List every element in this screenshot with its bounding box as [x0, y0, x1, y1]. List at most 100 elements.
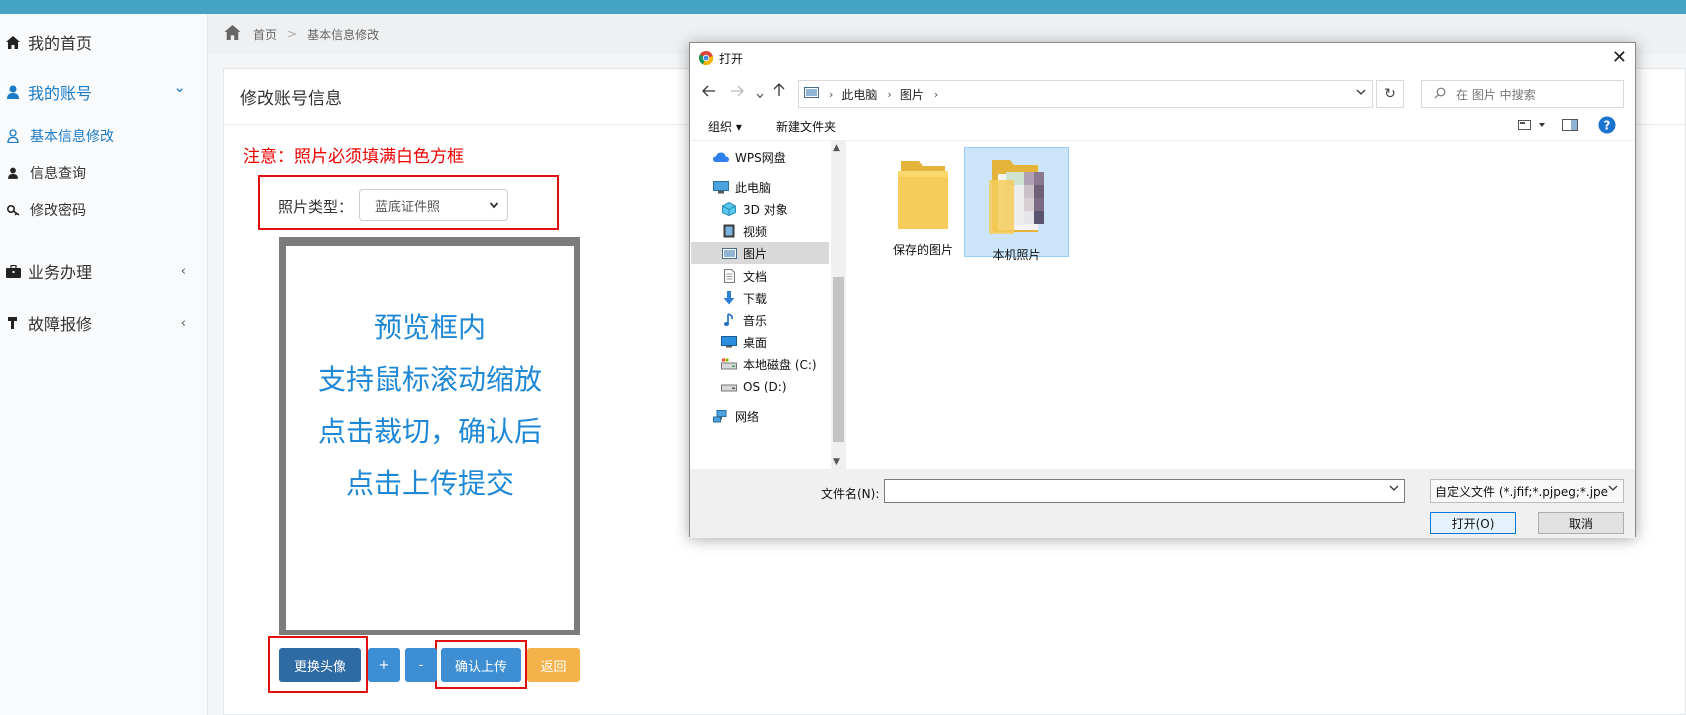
preview-line: 预览框内: [373, 311, 486, 344]
tree-item-wps-cloud[interactable]: WPS网盘: [691, 146, 829, 168]
sidebar-item-business[interactable]: 业务办理 ‹: [0, 259, 208, 283]
sidebar-item-label: 故障报修: [28, 315, 93, 334]
recent-dropdown-icon[interactable]: [756, 85, 764, 103]
view-options-icon[interactable]: [1518, 119, 1548, 134]
tree-item-this-pc[interactable]: 此电脑: [691, 176, 829, 198]
dialog-title: 打开: [719, 51, 744, 66]
cancel-button[interactable]: 取消: [1538, 512, 1624, 534]
address-chevron: ›: [829, 87, 834, 101]
chevron-down-icon: ⌄: [173, 78, 186, 96]
address-segment-pictures[interactable]: 图片: [900, 86, 924, 103]
breadcrumb-separator: >: [287, 27, 298, 41]
filename-input[interactable]: [884, 479, 1405, 503]
chevron-down-icon[interactable]: [1356, 86, 1366, 99]
pictures-icon: [804, 87, 819, 101]
svg-text:?: ?: [1604, 119, 1611, 133]
address-segment-pc[interactable]: 此电脑: [841, 86, 877, 103]
tree-item-documents[interactable]: 文档: [691, 265, 829, 287]
dialog-titlebar[interactable]: 打开 ✕: [690, 43, 1635, 73]
search-input[interactable]: 在 图片 中搜索: [1421, 80, 1624, 108]
scroll-down-icon[interactable]: ▼: [833, 457, 840, 467]
sidebar-subitem-label: 修改密码: [30, 203, 86, 219]
up-arrow-icon[interactable]: [773, 83, 785, 101]
file-item-label: 本机照片: [992, 248, 1041, 262]
tree-item-drive-c[interactable]: 本地磁盘 (C:): [691, 353, 829, 375]
preview-instructions: 预览框内 支持鼠标滚动缩放 点击裁切，确认后 点击上传提交: [286, 302, 574, 510]
forward-arrow-icon[interactable]: [730, 83, 744, 101]
folder-tree: WPS网盘 此电脑 3D 对象 视频 图片 文档 下载 音乐 桌面 本地磁盘 (…: [691, 141, 831, 469]
dialog-footer: 文件名(N): 自定义文件 (*.jfif;*.pjpeg;*.jpe 打开(O…: [690, 469, 1635, 538]
user-icon: [0, 167, 26, 179]
back-button[interactable]: 返回: [527, 648, 580, 682]
help-icon[interactable]: ?: [1598, 116, 1616, 137]
dialog-toolbar: 组织 ▾ 新建文件夹 ?: [690, 111, 1635, 141]
photo-type-select[interactable]: 蓝底证件照: [359, 189, 508, 221]
home-icon[interactable]: [224, 25, 241, 43]
tree-item-label: 网络: [735, 409, 760, 424]
tree-item-downloads[interactable]: 下载: [691, 287, 829, 309]
preview-line: 支持鼠标滚动缩放: [317, 363, 542, 396]
sidebar-subitem-label: 基本信息修改: [30, 129, 114, 145]
close-icon[interactable]: ✕: [1612, 47, 1627, 68]
sidebar-item-my-account[interactable]: 我的账号 ⌄: [0, 78, 208, 104]
music-icon: [721, 313, 737, 327]
drive-icon: [721, 380, 737, 394]
tree-item-videos[interactable]: 视频: [691, 220, 829, 242]
tree-item-label: 视频: [743, 224, 768, 239]
sidebar-subitem-basic-info[interactable]: 基本信息修改: [0, 125, 208, 147]
photo-type-label: 照片类型：: [278, 198, 354, 216]
organize-menu[interactable]: 组织 ▾: [708, 118, 742, 135]
tree-item-3d-objects[interactable]: 3D 对象: [691, 198, 829, 220]
tree-item-label: 图片: [743, 246, 768, 261]
address-chevron: ›: [933, 87, 939, 101]
tree-item-music[interactable]: 音乐: [691, 309, 829, 331]
tree-item-label: 桌面: [743, 335, 768, 350]
scroll-up-icon[interactable]: ▲: [833, 143, 840, 153]
refresh-icon[interactable]: ↻: [1376, 80, 1404, 108]
sidebar-subitem-info-query[interactable]: 信息查询: [0, 162, 208, 184]
new-folder-button[interactable]: 新建文件夹: [776, 118, 836, 135]
sidebar-item-home[interactable]: 我的首页: [0, 30, 208, 54]
breadcrumb-home-link[interactable]: 首页: [253, 26, 277, 43]
tree-item-label: 文档: [743, 269, 768, 284]
file-type-select[interactable]: 自定义文件 (*.jfif;*.pjpeg;*.jpe: [1430, 479, 1624, 503]
sidebar-item-label: 我的账号: [28, 84, 93, 103]
tree-item-label: 音乐: [743, 313, 768, 328]
address-bar[interactable]: › 此电脑 › 图片 ›: [798, 80, 1373, 108]
drive-icon: [721, 357, 737, 371]
wrench-icon: [0, 316, 26, 330]
search-placeholder: 在 图片 中搜索: [1456, 87, 1536, 102]
top-bar: [0, 0, 1686, 14]
tree-item-desktop[interactable]: 桌面: [691, 331, 829, 353]
file-item-local-photos[interactable]: 本机照片: [964, 147, 1069, 262]
file-item-label: 保存的图片: [892, 243, 953, 257]
tree-item-network[interactable]: 网络: [691, 405, 829, 427]
sidebar-item-repair[interactable]: 故障报修 ‹: [0, 311, 208, 335]
chevron-left-icon: ‹: [180, 315, 186, 331]
chevron-down-icon[interactable]: [1389, 484, 1399, 495]
tree-scrollbar[interactable]: ▲ ▼: [831, 141, 846, 469]
tree-item-pictures[interactable]: 图片: [691, 242, 829, 264]
chevron-down-icon: [489, 198, 499, 216]
zoom-out-button[interactable]: -: [405, 648, 437, 682]
change-avatar-button[interactable]: 更换头像: [279, 648, 361, 682]
tree-item-label: 下载: [743, 291, 768, 306]
zoom-in-button[interactable]: +: [368, 648, 400, 682]
preview-pane-icon[interactable]: [1562, 119, 1578, 134]
scrollbar-thumb[interactable]: [833, 277, 844, 442]
file-item-saved-pictures[interactable]: 保存的图片: [874, 147, 972, 257]
filename-label: 文件名(N):: [821, 487, 880, 501]
sidebar-subitem-change-password[interactable]: 修改密码: [0, 199, 208, 221]
address-chevron: ›: [887, 87, 892, 101]
user-outline-icon: [0, 129, 26, 143]
tree-item-label: OS (D:): [743, 380, 787, 394]
back-arrow-icon[interactable]: [702, 83, 716, 101]
chrome-icon: [699, 51, 714, 66]
breadcrumb-current: 基本信息修改: [307, 27, 380, 42]
user-icon: [0, 85, 26, 99]
open-button[interactable]: 打开(O): [1430, 512, 1516, 534]
file-open-dialog: 打开 ✕ › 此电脑 › 图片 › ↻ 在 图片 中搜索 组织 ▾ 新建文件夹 …: [689, 42, 1636, 538]
tree-item-drive-d[interactable]: OS (D:): [691, 376, 829, 398]
file-type-value: 自定义文件 (*.jfif;*.pjpeg;*.jpe: [1435, 484, 1609, 499]
confirm-upload-button[interactable]: 确认上传: [441, 648, 521, 682]
